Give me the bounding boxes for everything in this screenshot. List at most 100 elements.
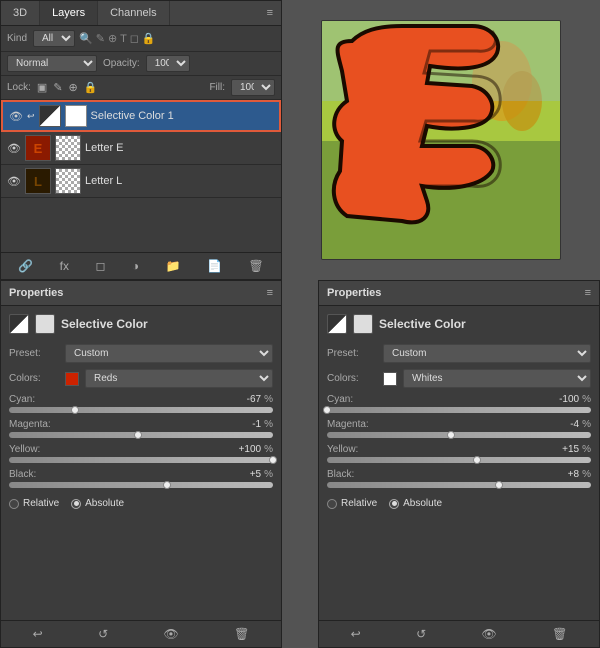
black-pct-left: % (264, 469, 273, 480)
add-mask-icon[interactable]: ◻ (91, 257, 109, 275)
delete-icon-right[interactable]: 🗑 (548, 625, 571, 643)
black-slider-left[interactable] (9, 482, 273, 488)
lock-position-icon[interactable]: ⊕ (69, 81, 78, 94)
cyan-label-right: Cyan: (327, 394, 353, 405)
new-layer-icon[interactable]: 📄 (203, 257, 226, 275)
magenta-slider-right[interactable] (327, 432, 591, 438)
preset-select-left[interactable]: Custom (65, 344, 273, 363)
absolute-radio-left[interactable]: Absolute (71, 498, 124, 509)
new-adjustment-icon[interactable]: ◑ (128, 257, 143, 275)
layer-name-letter-e: Letter E (85, 142, 275, 154)
absolute-radio-circle-left[interactable] (71, 499, 81, 509)
layer-name-letter-l: Letter L (85, 175, 275, 187)
blend-mode-select[interactable]: Normal (7, 55, 97, 72)
link-layers-icon[interactable]: 🔗 (14, 257, 37, 275)
magenta-value-left: -1 (225, 419, 261, 430)
magenta-row-right: Magenta: -4 % (327, 419, 591, 438)
tab-channels[interactable]: Channels (98, 1, 169, 25)
yellow-row-left: Yellow: +100 % (9, 444, 273, 463)
magenta-pct-left: % (264, 419, 273, 430)
absolute-radio-right[interactable]: Absolute (389, 498, 442, 509)
cyan-thumb-left[interactable] (71, 406, 79, 414)
panel-options-icon[interactable]: ≡ (259, 1, 281, 25)
lock-transparent-icon[interactable]: ▣ (37, 81, 47, 94)
layer-visibility-icon[interactable]: 👁 (7, 141, 21, 155)
relative-radio-circle-right[interactable] (327, 499, 337, 509)
yellow-slider-right[interactable] (327, 457, 591, 463)
relative-radio-left[interactable]: Relative (9, 498, 59, 509)
radio-row-left: Relative Absolute (9, 494, 273, 509)
layer-visibility-icon[interactable]: 👁 (7, 174, 21, 188)
yellow-slider-left[interactable] (9, 457, 273, 463)
lock-image-icon[interactable]: ✎ (53, 81, 62, 94)
properties-panel-right: Properties ≡ Selective Color Preset: Cus… (318, 280, 600, 648)
fill-select[interactable]: 100% (231, 79, 275, 96)
relative-radio-circle-left[interactable] (9, 499, 19, 509)
lock-all-icon[interactable]: 🔒 (84, 81, 98, 94)
cyan-pct-right: % (582, 394, 591, 405)
black-thumb-right[interactable] (495, 481, 503, 489)
reset-icon-left[interactable]: ↩ (29, 625, 47, 643)
whites-swatch-right (383, 372, 397, 386)
absolute-radio-circle-right[interactable] (389, 499, 399, 509)
opacity-select[interactable]: 100% (146, 55, 190, 72)
delete-icon-left[interactable]: 🗑 (230, 625, 253, 643)
black-slider-right[interactable] (327, 482, 591, 488)
props-options-right-icon[interactable]: ≡ (585, 287, 591, 299)
layer-mask-thumb-l (55, 168, 81, 194)
magenta-thumb-left[interactable] (134, 431, 142, 439)
sc-label-left: Selective Color (61, 317, 148, 331)
relative-label-left: Relative (23, 498, 59, 509)
properties-panel-left: Properties ≡ Selective Color Preset: Cus… (0, 280, 282, 648)
add-style-icon[interactable]: fx (56, 257, 73, 275)
cyan-thumb-right[interactable] (323, 406, 331, 414)
layer-letter-e[interactable]: 👁 E Letter E (1, 132, 281, 165)
radio-row-right: Relative Absolute (327, 494, 591, 509)
props-options-left-icon[interactable]: ≡ (267, 287, 273, 299)
opacity-label: Opacity: (103, 58, 140, 69)
colors-row-left: Colors: Reds (9, 369, 273, 388)
layer-mask-thumb (65, 105, 87, 127)
preset-select-right[interactable]: Custom (383, 344, 591, 363)
lock-fill-row: Lock: ▣ ✎ ⊕ 🔒 Fill: 100% (1, 76, 281, 100)
undo-icon-left[interactable]: ↺ (94, 625, 112, 643)
yellow-pct-left: % (264, 444, 273, 455)
layer-visibility-icon[interactable]: 👁 (9, 109, 23, 123)
visibility-icon-left[interactable]: 👁 (159, 625, 182, 643)
layer-letter-l[interactable]: 👁 L Letter L (1, 165, 281, 198)
colors-select-left[interactable]: Reds (85, 369, 273, 388)
new-group-icon[interactable]: 📁 (162, 257, 185, 275)
reset-icon-right[interactable]: ↩ (347, 625, 365, 643)
props-bottom-bar-right: ↩ ↺ 👁 🗑 (319, 620, 599, 647)
cyan-slider-left[interactable] (9, 407, 273, 413)
relative-label-right: Relative (341, 498, 377, 509)
yellow-thumb-left[interactable] (269, 456, 277, 464)
yellow-thumb-right[interactable] (473, 456, 481, 464)
tab-3d[interactable]: 3D (1, 1, 40, 25)
colors-label-left: Colors: (9, 373, 59, 384)
undo-icon-right[interactable]: ↺ (412, 625, 430, 643)
layer-selective-color-1[interactable]: 👁 ↩ Selective Color 1 (1, 100, 281, 132)
preset-label-left: Preset: (9, 348, 59, 359)
props-title-right: Properties (327, 287, 381, 299)
relative-radio-right[interactable]: Relative (327, 498, 377, 509)
tab-layers[interactable]: Layers (40, 1, 98, 25)
colors-select-right[interactable]: Whites (403, 369, 591, 388)
kind-select[interactable]: All (33, 30, 75, 47)
magenta-thumb-right[interactable] (447, 431, 455, 439)
preset-row-right: Preset: Custom (327, 344, 591, 363)
magenta-slider-left[interactable] (9, 432, 273, 438)
delete-layer-icon[interactable]: 🗑 (244, 257, 267, 275)
bottom-section: Properties ≡ Selective Color Preset: Cus… (0, 280, 600, 648)
colors-row-right: Colors: Whites (327, 369, 591, 388)
visibility-icon-right[interactable]: 👁 (477, 625, 500, 643)
blend-opacity-row: Normal Opacity: 100% (1, 52, 281, 76)
magenta-label-left: Magenta: (9, 419, 51, 430)
magenta-label-right: Magenta: (327, 419, 369, 430)
black-row-left: Black: +5 % (9, 469, 273, 488)
black-label-right: Black: (327, 469, 354, 480)
cyan-pct-left: % (264, 394, 273, 405)
black-thumb-left[interactable] (163, 481, 171, 489)
black-value-right: +8 (543, 469, 579, 480)
cyan-slider-right[interactable] (327, 407, 591, 413)
